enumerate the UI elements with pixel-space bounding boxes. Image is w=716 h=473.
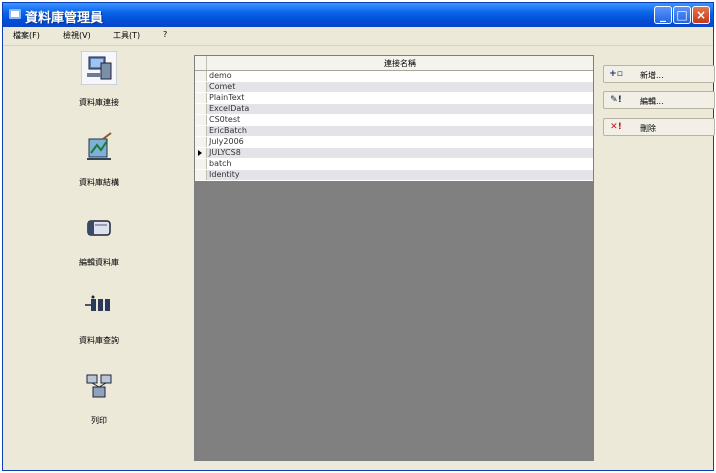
title-bar[interactable]: 資料庫管理員 _ □ × <box>3 3 713 27</box>
grid-header-corner <box>195 56 207 70</box>
table-row[interactable]: July2006 <box>195 137 593 148</box>
menu-file[interactable]: 檔案(F) <box>13 30 40 41</box>
edit-button[interactable]: ✎! 編輯... <box>603 91 715 109</box>
table-row[interactable]: Identity <box>195 170 593 181</box>
row-selector[interactable] <box>195 115 207 125</box>
grid-header: 連接名稱 <box>195 56 593 71</box>
connection-name-cell[interactable]: PlainText <box>209 93 244 103</box>
table-row[interactable]: EricBatch <box>195 126 593 137</box>
menu-help[interactable]: ? <box>163 30 167 39</box>
maximize-button[interactable]: □ <box>673 6 691 24</box>
menu-view[interactable]: 檢視(V) <box>63 30 91 41</box>
app-icon <box>9 9 21 19</box>
column-header-connection-name[interactable]: 連接名稱 <box>207 58 593 69</box>
nav-item-database-query[interactable]: 資料庫查詢 <box>15 287 183 363</box>
current-row-arrow-icon <box>198 150 202 156</box>
table-row[interactable]: ExcelData <box>195 104 593 115</box>
table-row[interactable]: CS0test <box>195 115 593 126</box>
add-button[interactable]: +▫ 新增... <box>603 65 715 83</box>
table-row[interactable]: Comet <box>195 82 593 93</box>
nav-label: 列印 <box>91 416 107 425</box>
connection-name-cell[interactable]: July2006 <box>209 137 244 147</box>
minimize-button[interactable]: _ <box>654 6 672 24</box>
connection-name-cell[interactable]: demo <box>209 71 232 81</box>
table-row-selected[interactable]: JULYCS8 <box>195 148 593 159</box>
nav-label: 資料庫查詢 <box>79 336 119 345</box>
row-selector[interactable] <box>195 137 207 147</box>
nav-item-edit-database[interactable]: 編輯資料庫 <box>15 209 183 285</box>
nav-panel: 資料庫連接 資料庫結構 編輯資料庫 資料庫查詢 列印 <box>15 49 183 463</box>
connection-name-cell[interactable]: Comet <box>209 82 235 92</box>
database-structure-icon <box>87 132 112 160</box>
row-selector[interactable] <box>195 93 207 103</box>
connection-name-cell[interactable]: JULYCS8 <box>209 148 241 158</box>
window-title: 資料庫管理員 <box>25 11 104 26</box>
row-selector[interactable] <box>195 170 207 180</box>
database-connection-icon <box>81 51 117 85</box>
row-selector[interactable] <box>195 71 207 81</box>
row-selector[interactable] <box>195 126 207 136</box>
row-selector[interactable] <box>195 159 207 169</box>
delete-button-label: 刪除 <box>640 124 656 133</box>
app-window: 資料庫管理員 _ □ × 檔案(F) 檢視(V) 工具(T) ? 資料庫連接 資… <box>2 2 715 471</box>
delete-icon: ✕! <box>610 122 622 132</box>
nav-item-database-connection[interactable]: 資料庫連接 <box>15 49 183 125</box>
close-icon: × <box>695 8 707 22</box>
nav-item-print[interactable]: 列印 <box>15 367 183 443</box>
table-row[interactable]: PlainText <box>195 93 593 104</box>
delete-button[interactable]: ✕! 刪除 <box>603 118 715 136</box>
edit-button-label: 編輯... <box>640 97 664 106</box>
close-button[interactable]: × <box>692 6 710 24</box>
edit-icon: ✎! <box>610 95 622 105</box>
menu-tools[interactable]: 工具(T) <box>113 30 140 41</box>
add-button-label: 新增... <box>640 71 664 80</box>
nav-label: 資料庫結構 <box>79 178 119 187</box>
connection-name-cell[interactable]: EricBatch <box>209 126 247 136</box>
connection-name-cell[interactable]: ExcelData <box>209 104 249 114</box>
nav-label: 資料庫連接 <box>79 98 119 107</box>
connection-name-cell[interactable]: Identity <box>209 170 240 180</box>
connection-name-cell[interactable]: CS0test <box>209 115 240 125</box>
minimize-icon: _ <box>660 8 666 22</box>
menu-bar: 檔案(F) 檢視(V) 工具(T) ? <box>3 27 713 46</box>
add-icon: +▫ <box>609 69 623 79</box>
connection-grid[interactable]: 連接名稱 demo Comet PlainText ExcelData CS0t… <box>194 55 594 461</box>
nav-item-database-structure[interactable]: 資料庫結構 <box>15 129 183 205</box>
row-selector[interactable] <box>195 104 207 114</box>
row-selector[interactable] <box>195 82 207 92</box>
nav-label: 編輯資料庫 <box>79 258 119 267</box>
table-row[interactable]: demo <box>195 71 593 82</box>
maximize-icon: □ <box>676 8 688 22</box>
table-row[interactable]: batch <box>195 159 593 170</box>
edit-database-icon <box>87 220 111 236</box>
connection-name-cell[interactable]: batch <box>209 159 232 169</box>
row-selector[interactable] <box>195 148 207 158</box>
database-query-icon <box>85 295 110 311</box>
print-icon <box>86 374 112 398</box>
